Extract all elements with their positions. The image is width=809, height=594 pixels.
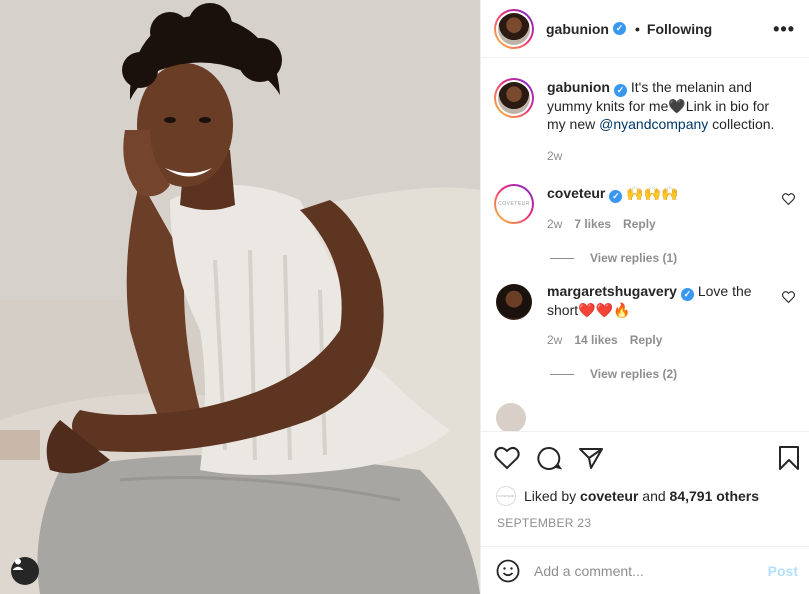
following-button[interactable]: Following <box>647 21 712 37</box>
likes-summary: COVETEUR Liked by coveteur and 84,791 ot… <box>496 486 795 506</box>
more-options-icon[interactable]: ••• <box>773 20 795 38</box>
post-side-panel: gabunion ✓ • Following ••• gabunion ✓ It'… <box>480 0 809 594</box>
comment: margaretshugavery ✓ Love the short❤️❤️🔥 2… <box>494 282 795 349</box>
comment-age[interactable]: 2w <box>547 217 562 231</box>
caption-mention-link[interactable]: @nyandcompany <box>599 116 708 132</box>
author-avatar[interactable] <box>494 8 534 49</box>
comment-likes[interactable]: 7 likes <box>574 217 611 231</box>
verified-badge-icon: ✓ <box>609 190 623 203</box>
comments-list[interactable]: gabunion ✓ It's the melanin and yummy kni… <box>481 59 809 431</box>
like-comment-heart-icon[interactable] <box>782 291 795 303</box>
reply-button[interactable]: Reply <box>623 217 656 231</box>
user-tag-icon[interactable] <box>11 557 39 585</box>
comment: COVETEUR coveteur ✓ 🙌🙌🙌 2w 7 likes Reply <box>494 184 795 233</box>
comment-bubble-icon[interactable] <box>536 446 562 470</box>
caption-age[interactable]: 2w <box>547 149 562 163</box>
liker-avatar[interactable]: COVETEUR <box>496 486 516 506</box>
add-comment-input[interactable]: Add a comment... <box>534 563 768 579</box>
share-paper-plane-icon[interactable] <box>578 446 604 470</box>
separator-dot: • <box>635 20 640 37</box>
verified-badge-icon: ✓ <box>613 22 626 35</box>
add-comment-bar: Add a comment... Post <box>481 546 809 594</box>
verified-badge-icon: ✓ <box>614 84 627 97</box>
view-replies-button[interactable]: View replies (1) <box>550 251 795 265</box>
reply-button[interactable]: Reply <box>630 333 663 347</box>
comment-avatar[interactable] <box>494 282 534 322</box>
likes-middle: and <box>638 488 670 504</box>
comment-avatar[interactable] <box>494 401 534 431</box>
comment-age[interactable]: 2w <box>547 333 562 347</box>
instagram-post-view: gabunion ✓ • Following ••• gabunion ✓ It'… <box>0 0 809 594</box>
comment-username[interactable]: coveteur <box>547 185 605 201</box>
photo-illustration <box>0 0 480 594</box>
likes-count[interactable]: 84,791 others <box>670 488 760 504</box>
view-replies-button[interactable]: View replies (2) <box>550 367 795 381</box>
post-date[interactable]: SEPTEMBER 23 <box>497 516 591 530</box>
comment-avatar[interactable]: COVETEUR <box>494 184 534 224</box>
post-actions-bar <box>481 431 809 483</box>
save-bookmark-icon[interactable] <box>778 445 800 471</box>
author-username[interactable]: gabunion <box>546 21 609 37</box>
verified-badge-icon: ✓ <box>680 288 694 301</box>
comment-text: 🙌🙌🙌 <box>626 185 679 201</box>
like-heart-icon[interactable] <box>494 446 520 470</box>
like-comment-heart-icon[interactable] <box>782 193 795 205</box>
post-photo[interactable] <box>0 0 480 594</box>
post-comment-button[interactable]: Post <box>768 563 798 579</box>
liker-username[interactable]: coveteur <box>580 488 638 504</box>
likes-prefix: Liked by <box>524 488 581 504</box>
comment-likes[interactable]: 14 likes <box>574 333 617 347</box>
caption: gabunion ✓ It's the melanin and yummy kni… <box>494 78 795 165</box>
comment-partial <box>494 401 795 431</box>
comment-username[interactable]: margaretshugavery <box>547 283 677 299</box>
post-header: gabunion ✓ • Following ••• <box>481 0 809 58</box>
caption-username[interactable]: gabunion <box>547 79 610 95</box>
caption-author-avatar[interactable] <box>494 78 534 118</box>
caption-text-end: collection. <box>708 116 775 132</box>
emoji-smiley-icon[interactable] <box>496 559 520 583</box>
